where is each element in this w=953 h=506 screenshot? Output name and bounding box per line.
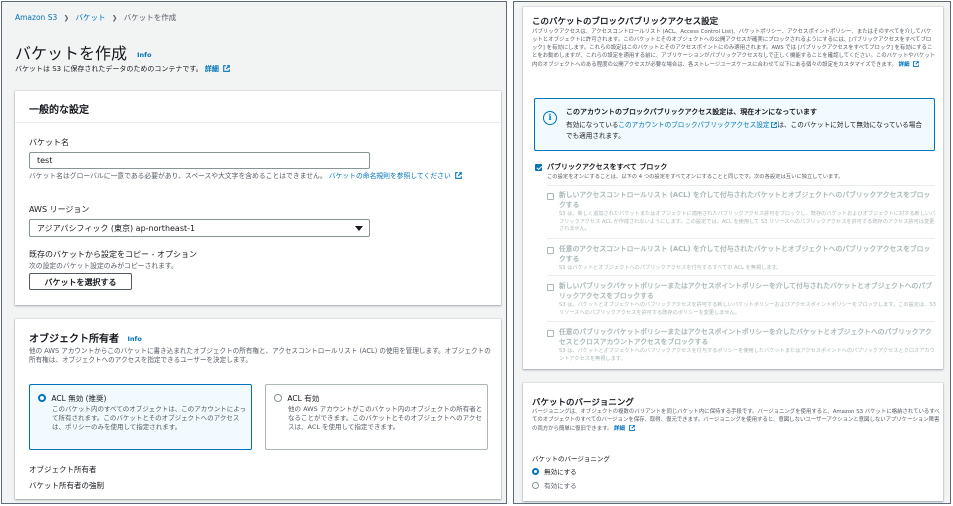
alert-title: このアカウントのブロックパブリックアクセス設定は、現在オンになっています [566,108,817,116]
bucket-name-input[interactable]: test [29,152,370,169]
block-new-policy-title: 新しいパブリックバケットポリシーまたはアクセスポイントポリシーを介して付与された… [559,282,932,300]
acl-enabled-desc: 他の AWS アカウントがこのバケット内のオブジェクトの所有者となることができま… [288,405,483,431]
block-public-details-link[interactable]: 詳細 [899,62,910,68]
general-settings-header: 一般的な設定 [15,91,501,123]
breadcrumb-separator-icon: ❯ [111,14,118,22]
bucket-settings-panel: このバケットのブロックパブリックアクセス設定 パブリックアクセスは、アクセスコン… [513,1,951,504]
page-description: バケットは S3 に保存されたデータのためのコンテナです。 詳細 [15,64,230,74]
block-all-desc: この設定をオンにすることは、以下の 4 つの設定をすべてオンにすることと同じです… [547,174,844,180]
divider [547,275,935,276]
block-new-acl-checkbox[interactable] [547,193,554,200]
choose-bucket-button[interactable]: バケットを選択する [29,273,132,290]
block-any-policy-title: 任意のパブリックバケットポリシーまたはアクセスポイントポリシーを介したバケットと… [559,328,932,346]
block-new-policy-checkbox[interactable] [547,284,554,291]
copy-settings-label: 既存のバケットから設定をコピー - オプション [29,250,197,259]
bucket-name-label: バケット名 [29,138,69,147]
account-block-alert: i このアカウントのブロックパブリックアクセス設定は、現在オンになっています 有… [534,98,935,151]
versioning-details-link[interactable]: 詳細 [614,426,625,432]
ownership-info-link[interactable]: Info [127,335,141,343]
block-new-acl-title: 新しいアクセスコントロールリスト (ACL) を介して付与されたバケットとオブジ… [559,191,931,209]
block-any-acl-desc: S3 はバケットとオブジェクトへのパブリックアクセスを付与するすべての ACL … [559,265,782,271]
external-link-icon [455,172,462,179]
region-label: AWS リージョン [29,205,90,214]
info-icon: i [543,111,557,125]
block-any-acl-checkbox[interactable] [547,247,554,254]
versioning-enable-label: 有効にする [544,482,577,490]
region-selected-value: アジアパシフィック (東京) ap-northeast-1 [37,224,196,233]
details-link[interactable]: 詳細 [205,65,219,73]
ownership-description: 他の AWS アカウントからこのバケットに書き込まれたオブジェクトの所有権と、ア… [29,347,491,364]
acl-enabled-radio[interactable] [274,394,282,402]
copy-settings-hint: 次の設定のバケット設定のみがコピーされます。 [29,262,178,270]
block-public-description: パブリックアクセスは、アクセスコントロールリスト (ACL、Access Con… [532,29,936,68]
acl-enabled-option[interactable]: ACL 有効 他の AWS アカウントがこのバケット内のオブジェクトの所有者とな… [265,384,488,450]
object-owner-value: バケット所有者の強制 [29,481,104,490]
block-new-policy-desc: S3 は、バケットとオブジェクトへのパブリックアクセスを許可する新しいバケットポ… [559,302,936,316]
versioning-disable-radio[interactable] [532,468,539,475]
versioning-card: バケットのバージョニング バージョニングは、オブジェクトの複数のバリアントを同じ… [523,383,943,501]
caret-down-icon [355,226,363,231]
versioning-enable-option[interactable]: 有効にする [532,480,577,490]
divider [547,185,935,186]
breadcrumb-separator-icon: ❯ [63,14,70,22]
breadcrumb-s3-link[interactable]: Amazon S3 [15,13,57,22]
external-link-icon [913,60,920,67]
general-settings-card: 一般的な設定 バケット名 test バケット名はグローバルに一意である必要があり… [15,91,501,305]
breadcrumb: Amazon S3 ❯ バケット ❯ バケットを作成 [15,12,176,23]
acl-enabled-title: ACL 有効 [287,394,320,403]
versioning-enable-radio[interactable] [532,482,539,489]
bucket-name-hint: バケット名はグローバルに一意である必要があり、スペースや大文字を含めることはでき… [29,172,491,182]
object-owner-label: オブジェクト所有者 [29,465,97,474]
external-link-icon [223,65,230,72]
block-all-label: パブリックアクセスをすべて ブロック [547,163,668,171]
page-title: バケットを作成 [15,44,128,63]
acl-disabled-desc: このバケット内のすべてのオブジェクトは、このアカウントによって所有されます。この… [52,405,247,431]
ownership-heading: オブジェクト所有者 [29,334,119,345]
block-any-acl-title: 任意のアクセスコントロールリスト (ACL) を介して付与されたバケットとオブジ… [559,245,931,263]
create-bucket-panel: Amazon S3 ❯ バケット ❯ バケットを作成 バケットを作成 Info … [1,1,507,504]
versioning-description: バージョニングは、オブジェクトの複数のバリアントを同じバケット内に保持する手段で… [532,409,940,432]
versioning-disable-option[interactable]: 無効にする [532,466,577,476]
breadcrumb-current: バケットを作成 [123,13,177,22]
block-any-policy-desc: S3 は、バケットとオブジェクトへのパブリックアクセスを付与するポリシーを使用し… [559,348,935,362]
versioning-label: バケットのバージョニング [532,455,610,463]
object-ownership-card: オブジェクト所有者 Info 他の AWS アカウントからこのバケットに書き込ま… [15,319,501,499]
versioning-heading: バケットのバージョニング [532,398,634,408]
page-info-link[interactable]: Info [137,51,151,59]
block-any-policy-checkbox[interactable] [547,330,554,337]
external-link-icon [628,424,635,431]
general-settings-heading: 一般的な設定 [29,105,89,116]
page-title-row: バケットを作成 Info [15,40,151,64]
alert-text: 有効になっているこのアカウントのブロックパブリックアクセス設定 は、このバケットに… [566,121,922,140]
block-public-access-card: このバケットのブロックパブリックアクセス設定 パブリックアクセスは、アクセスコン… [523,7,943,369]
breadcrumb-buckets-link[interactable]: バケット [75,13,105,22]
block-new-acl-desc: S3 は、新しく追加されたバケットまたはオブジェクトに適用されたパブリックアクセ… [559,211,936,233]
block-all-checkbox[interactable] [535,164,542,171]
versioning-disable-label: 無効にする [544,468,577,476]
divider [547,321,935,322]
ownership-heading-row: オブジェクト所有者 Info [29,330,142,345]
acl-disabled-title: ACL 無効 (推奨) [51,394,107,403]
divider [547,238,935,239]
naming-rules-link[interactable]: バケットの命名規則を参照してください [329,172,451,180]
account-block-settings-link[interactable]: このアカウントのブロックパブリックアクセス設定 [618,121,769,129]
region-select[interactable]: アジアパシフィック (東京) ap-northeast-1 [29,219,370,237]
block-public-heading: このバケットのブロックパブリックアクセス設定 [532,17,719,27]
acl-disabled-option[interactable]: ACL 無効 (推奨) このバケット内のすべてのオブジェクトは、このアカウントに… [29,384,252,450]
acl-disabled-radio[interactable] [38,394,46,402]
